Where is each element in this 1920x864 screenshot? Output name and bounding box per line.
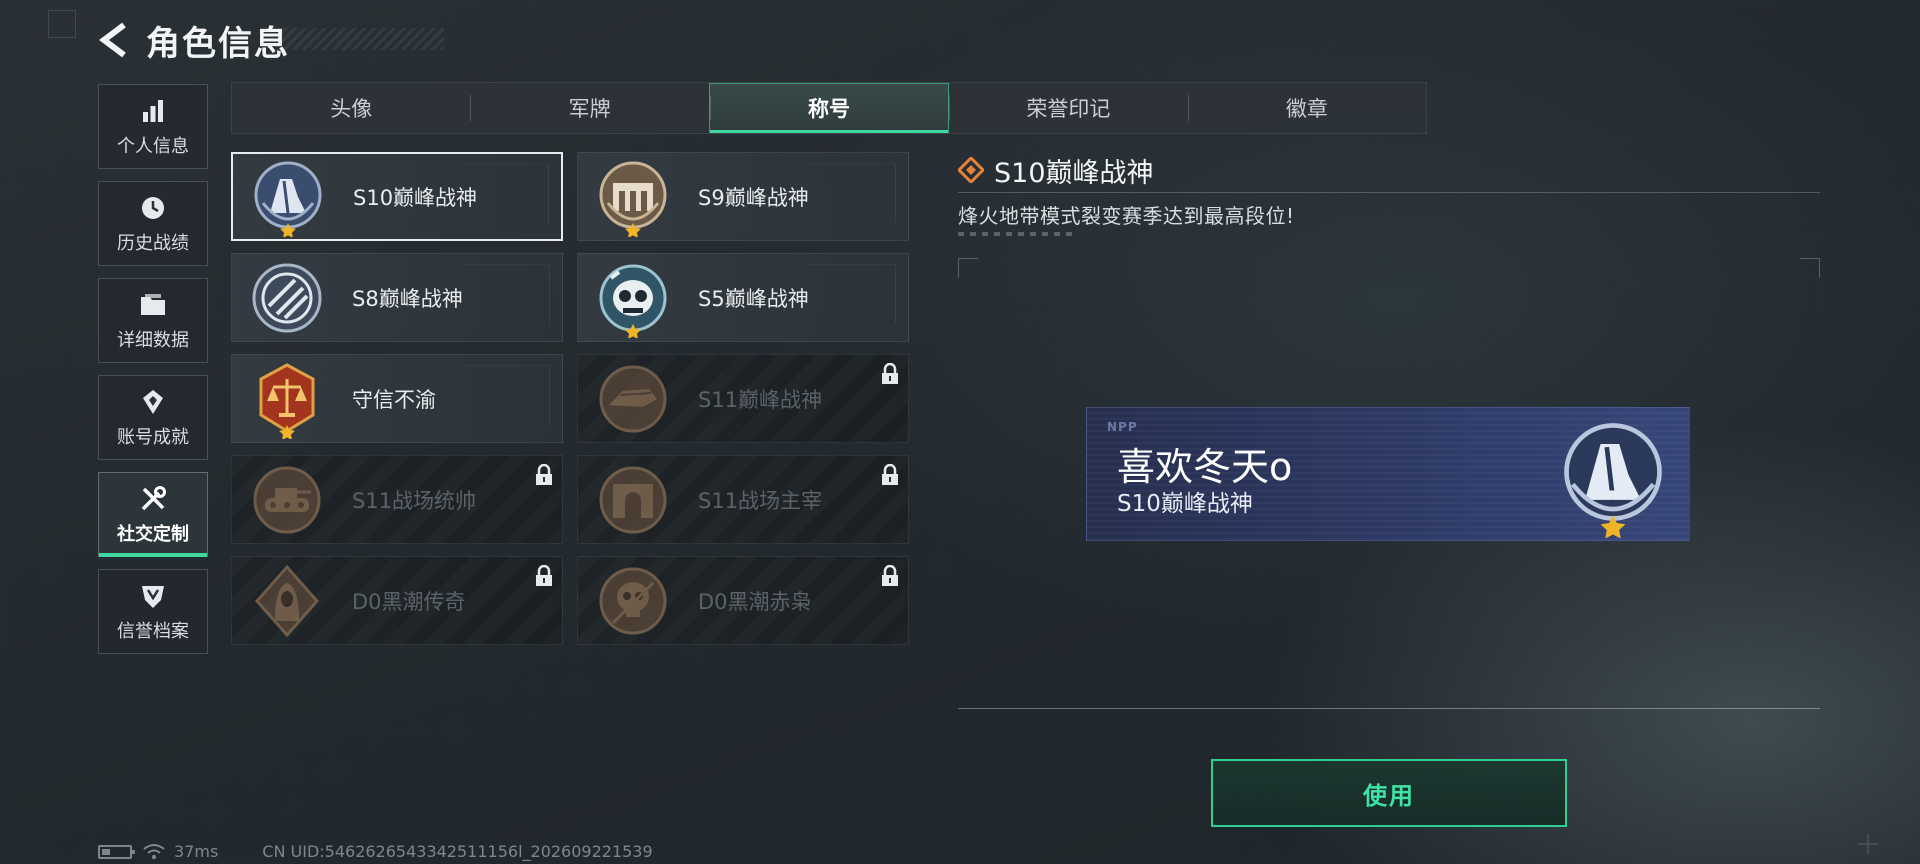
- card-decoration: [459, 164, 549, 224]
- title-card-trustworthy[interactable]: 守信不渝: [231, 354, 563, 443]
- sidebar-item-label: 信誉档案: [117, 620, 189, 642]
- s10-peak-badge-icon: [247, 156, 329, 238]
- title-card-s9[interactable]: S9巅峰战神: [577, 152, 909, 241]
- nameplate-preview: NPP 喜欢冬天o S10巅峰战神: [1086, 407, 1690, 541]
- title-name: S9巅峰战神: [698, 185, 809, 210]
- uid-text: CN UID:5462626543342511156l_202609221539: [262, 842, 653, 861]
- title-card-d0-legend[interactable]: D0黑潮传奇: [231, 556, 563, 645]
- title-name: D0黑潮赤枭: [698, 589, 812, 614]
- sidebar-item-label: 历史战绩: [117, 232, 189, 254]
- title-card-s11-commander[interactable]: S11战场统帅: [231, 455, 563, 544]
- scales-badge-icon: [246, 358, 328, 440]
- arch-badge-icon: [592, 459, 674, 541]
- ping-value: 37ms: [174, 842, 219, 861]
- detail-header: S10巅峰战神: [956, 152, 1154, 189]
- tab-title[interactable]: 称号: [708, 83, 950, 133]
- frame-corner: [1800, 258, 1820, 278]
- tab-dog-tag[interactable]: 军牌: [470, 83, 708, 133]
- dotted-decoration: [958, 232, 1078, 236]
- title-name: 守信不渝: [352, 387, 436, 412]
- sidebar-item-social-custom[interactable]: 社交定制: [98, 472, 208, 557]
- tab-bar: 头像 军牌 称号 荣誉印记 徽章: [231, 82, 1427, 134]
- card-decoration: [460, 264, 550, 324]
- detail-description: 烽火地带模式裂变赛季达到最高段位!: [958, 204, 1295, 228]
- lock-icon: [880, 564, 900, 587]
- back-arrow-icon[interactable]: [96, 20, 132, 60]
- folder-icon: [138, 290, 168, 320]
- sidebar-item-personal-info[interactable]: 个人信息: [98, 84, 208, 169]
- tank-badge-icon: [246, 459, 328, 541]
- tab-honor-mark[interactable]: 荣誉印记: [949, 83, 1187, 133]
- sidebar-item-label: 账号成就: [117, 426, 189, 448]
- title-card-s8[interactable]: S8巅峰战神: [231, 253, 563, 342]
- title-card-d0-red-owl[interactable]: D0黑潮赤枭: [577, 556, 909, 645]
- wifi-icon: [142, 843, 166, 861]
- sidebar-item-label: 详细数据: [117, 329, 189, 351]
- card-decoration: [806, 163, 896, 223]
- lock-icon: [880, 463, 900, 486]
- sidebar-item-label: 社交定制: [117, 523, 189, 545]
- divider: [958, 192, 1820, 193]
- title-name: S11战场统帅: [352, 488, 477, 513]
- s8-peak-badge-icon: [246, 257, 328, 339]
- sidebar: 个人信息 历史战绩 详细数据 账号成就 社交定制 信誉档案: [98, 84, 208, 666]
- corner-mark: [48, 10, 76, 38]
- title-grid: S10巅峰战神 S9巅峰战神 S8巅峰战神 S5巅峰战神 守信不渝 S11巅峰战…: [231, 152, 911, 645]
- sidebar-item-credit-record[interactable]: 信誉档案: [98, 569, 208, 654]
- tab-badge[interactable]: 徽章: [1187, 83, 1426, 133]
- title-name: S5巅峰战神: [698, 286, 809, 311]
- card-decoration: [460, 365, 550, 425]
- sidebar-item-achievements[interactable]: 账号成就: [98, 375, 208, 460]
- title-stripe-decoration: [280, 28, 444, 50]
- skull-badge-icon: [592, 560, 674, 642]
- battery-icon: [98, 844, 135, 859]
- title-card-s5[interactable]: S5巅峰战神: [577, 253, 909, 342]
- lock-icon: [534, 463, 554, 486]
- sidebar-item-detailed-data[interactable]: 详细数据: [98, 278, 208, 363]
- diamond-icon: [956, 155, 986, 185]
- preview-baseline: [958, 708, 1820, 709]
- title-card-s11-peak[interactable]: S11巅峰战神: [577, 354, 909, 443]
- title-name: S11战场主宰: [698, 488, 823, 513]
- s9-peak-badge-icon: [592, 156, 674, 238]
- sidebar-item-history[interactable]: 历史战绩: [98, 181, 208, 266]
- detail-title: S10巅峰战神: [994, 157, 1154, 189]
- title-card-s10[interactable]: S10巅峰战神: [231, 152, 563, 241]
- frame-corner: [958, 258, 978, 278]
- header: 角色信息: [96, 14, 290, 66]
- bar-chart-icon: [138, 96, 168, 126]
- sidebar-item-label: 个人信息: [117, 135, 189, 157]
- corner-crosshair: [1856, 832, 1880, 856]
- title-card-s11-dominator[interactable]: S11战场主宰: [577, 455, 909, 544]
- use-button[interactable]: 使用: [1211, 759, 1567, 827]
- status-bar: 37ms CN UID:5462626543342511156l_2026092…: [98, 842, 653, 861]
- lock-icon: [534, 564, 554, 587]
- s5-peak-badge-icon: [592, 257, 674, 339]
- title-name: S11巅峰战神: [698, 387, 823, 412]
- card-decoration: [806, 264, 896, 324]
- page-title: 角色信息: [146, 23, 290, 64]
- nameplate-title: S10巅峰战神: [1117, 491, 1253, 517]
- lock-icon: [880, 362, 900, 385]
- tab-avatar[interactable]: 头像: [232, 83, 470, 133]
- clock-icon: [138, 193, 168, 223]
- nameplate-logo: NPP: [1107, 420, 1138, 434]
- title-name: D0黑潮传奇: [352, 589, 466, 614]
- hooded-figure-badge-icon: [246, 560, 328, 642]
- title-name: S8巅峰战神: [352, 286, 463, 311]
- shield-icon: [138, 581, 168, 611]
- player-name: 喜欢冬天o: [1117, 445, 1293, 489]
- s10-peak-badge-icon: [1551, 412, 1675, 539]
- s11-peak-badge-icon: [592, 358, 674, 440]
- tools-icon: [138, 484, 168, 514]
- achievement-icon: [138, 387, 168, 417]
